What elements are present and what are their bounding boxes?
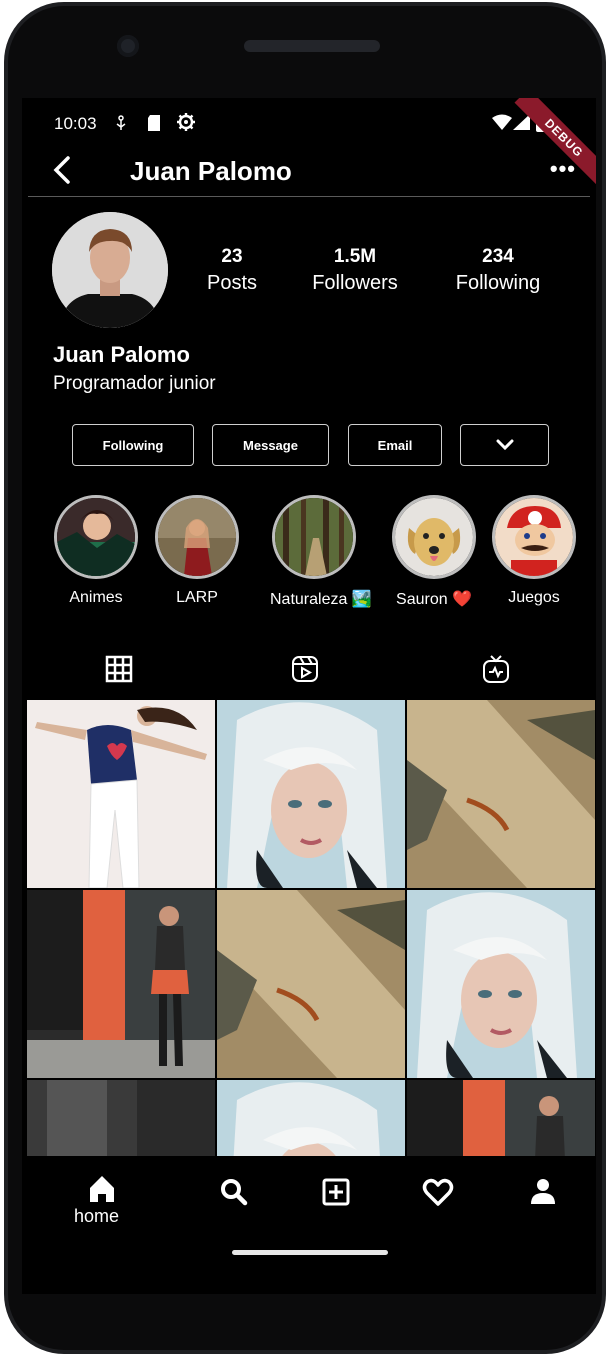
profile-name: Juan Palomo <box>53 342 190 367</box>
reels-icon[interactable] <box>290 654 320 684</box>
post-thumbnail[interactable] <box>407 890 595 1078</box>
post-image <box>217 700 405 888</box>
settings-icon <box>177 113 195 131</box>
followers-count: 1.5M <box>333 246 377 267</box>
highlight-thumbnail <box>54 495 138 579</box>
profile-avatar[interactable] <box>52 212 168 328</box>
followers-label: Followers <box>312 272 398 294</box>
highlight-thumbnail <box>392 495 476 579</box>
post-image <box>27 890 215 1078</box>
phone-frame: 10:03 DEBUG Juan Palomo ••• 23 Posts 1.5… <box>4 2 606 1354</box>
post-image <box>27 1080 215 1156</box>
highlight-label: Sauron ❤️ <box>396 591 472 608</box>
chevron-down-icon <box>496 439 513 451</box>
front-camera <box>117 35 139 57</box>
profile-icon[interactable] <box>523 1172 563 1212</box>
post-image <box>217 1080 405 1156</box>
post-thumbnail[interactable] <box>407 1080 595 1156</box>
posts-label: Posts <box>206 272 258 294</box>
post-thumbnail[interactable] <box>27 890 215 1078</box>
highlight-sauron[interactable]: Sauron ❤️ <box>390 495 478 609</box>
post-image <box>27 700 215 888</box>
screen: 10:03 DEBUG Juan Palomo ••• 23 Posts 1.5… <box>22 98 596 1294</box>
speaker-grille <box>244 40 380 52</box>
message-button[interactable]: Message <box>212 424 329 466</box>
highlight-thumbnail <box>272 495 356 579</box>
post-image <box>407 700 595 888</box>
status-bar: 10:03 DEBUG <box>22 98 596 188</box>
highlight-animes[interactable]: Animes <box>52 495 140 607</box>
following-stat[interactable]: 234 Following <box>433 246 563 295</box>
posts-stat[interactable]: 23 Posts <box>167 246 297 295</box>
post-thumbnail[interactable] <box>407 700 595 888</box>
status-time: 10:03 <box>54 114 97 133</box>
heart-icon[interactable] <box>418 1172 458 1212</box>
animes-thumbnail-image <box>57 498 135 576</box>
post-thumbnail[interactable] <box>217 700 405 888</box>
back-arrow-icon[interactable] <box>50 154 74 186</box>
post-image <box>407 1080 595 1156</box>
post-thumbnail[interactable] <box>27 700 215 888</box>
grid-icon[interactable] <box>104 654 134 684</box>
highlight-label: LARP <box>176 589 218 606</box>
avatar-photo <box>52 212 168 328</box>
more-options-icon[interactable]: ••• <box>550 156 576 182</box>
naturaleza-thumbnail-image <box>275 498 353 576</box>
highlight-label: Naturaleza 🏞️ <box>270 591 372 608</box>
add-post-icon[interactable] <box>316 1172 356 1212</box>
juegos-thumbnail-image <box>495 498 573 576</box>
bottom-nav: home <box>22 1156 596 1294</box>
highlight-thumbnail <box>155 495 239 579</box>
sd-card-icon <box>148 115 160 131</box>
highlight-label: Animes <box>69 589 123 606</box>
highlight-larp[interactable]: LARP <box>153 495 241 607</box>
highlight-thumbnail <box>492 495 576 579</box>
posts-grid <box>27 700 595 1156</box>
home-label: home <box>74 1206 120 1226</box>
post-image <box>407 890 595 1078</box>
larp-thumbnail-image <box>158 498 236 576</box>
highlight-naturaleza[interactable]: Naturaleza 🏞️ <box>270 495 372 609</box>
post-thumbnail[interactable] <box>217 1080 405 1156</box>
home-indicator[interactable] <box>232 1250 388 1255</box>
post-image <box>217 890 405 1078</box>
followers-stat[interactable]: 1.5M Followers <box>290 246 420 295</box>
app-bar: Juan Palomo ••• <box>22 146 596 198</box>
wifi-icon <box>492 114 512 130</box>
profile-bio: Programador junior <box>53 373 216 394</box>
igtv-icon[interactable] <box>481 654 511 684</box>
expand-button[interactable] <box>460 424 549 466</box>
posts-count: 23 <box>221 246 243 267</box>
home-icon[interactable] <box>82 1168 122 1208</box>
following-label: Following <box>455 272 541 294</box>
sauron-thumbnail-image <box>395 498 473 576</box>
page-title: Juan Palomo <box>130 156 292 186</box>
highlight-juegos[interactable]: Juegos <box>489 495 579 607</box>
search-icon[interactable] <box>214 1172 254 1212</box>
app-bar-divider <box>28 196 590 197</box>
highlight-label: Juegos <box>508 589 560 606</box>
post-thumbnail[interactable] <box>27 1080 215 1156</box>
email-button[interactable]: Email <box>348 424 442 466</box>
following-count: 234 <box>482 246 514 267</box>
post-thumbnail[interactable] <box>217 890 405 1078</box>
usb-icon <box>116 115 126 130</box>
following-button[interactable]: Following <box>72 424 194 466</box>
